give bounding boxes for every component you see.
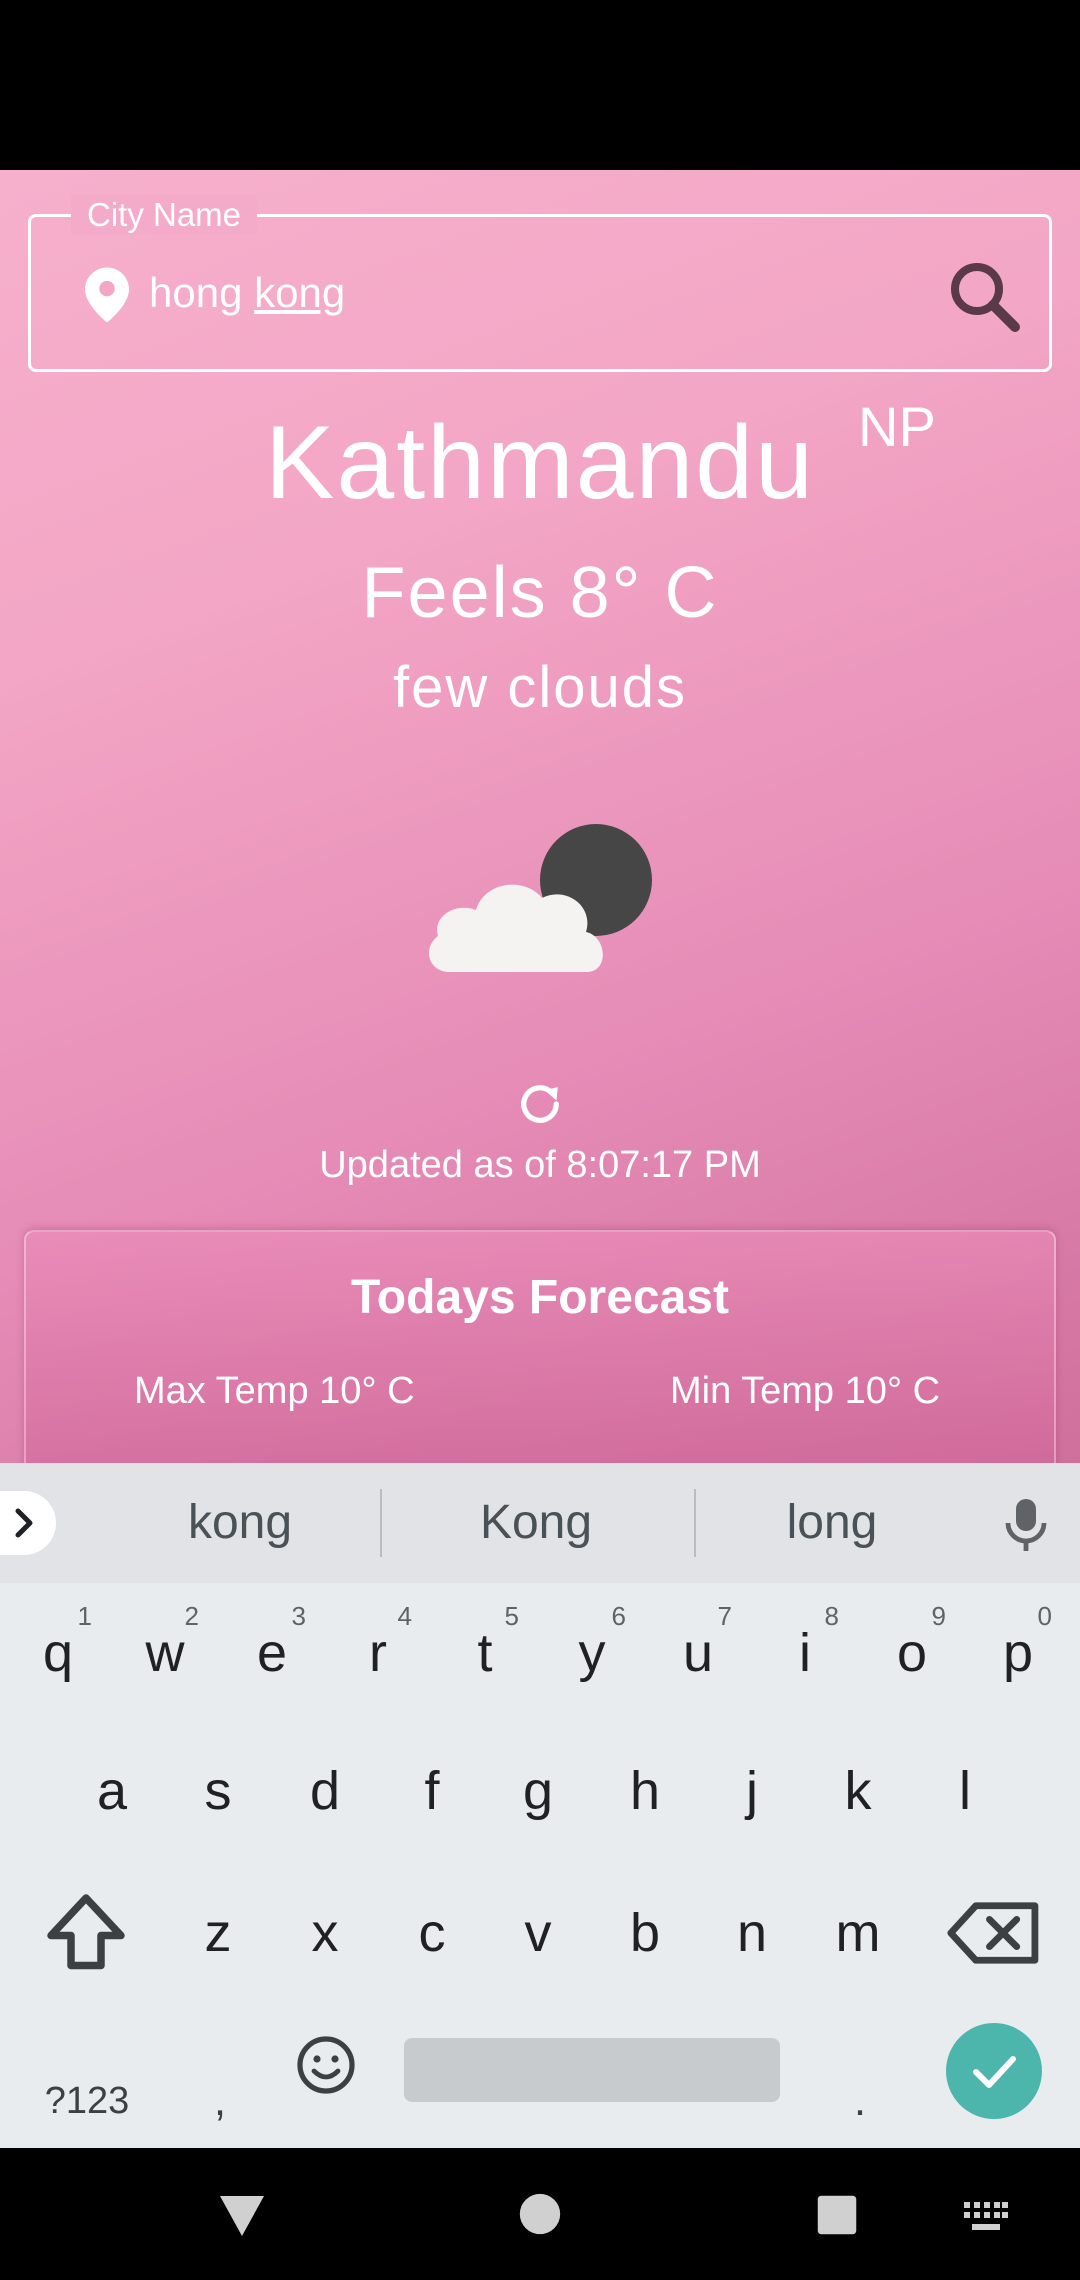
- key-c[interactable]: c: [382, 1873, 482, 1993]
- suggestion-bar: kong Kong long: [0, 1463, 1080, 1583]
- key-e[interactable]: e3: [222, 1593, 322, 1713]
- city-search-field[interactable]: City Name hong kong: [28, 195, 1052, 372]
- key-h[interactable]: h: [595, 1731, 695, 1851]
- key-f[interactable]: f: [382, 1731, 482, 1851]
- key-b[interactable]: b: [595, 1873, 695, 1993]
- key-hint: 5: [504, 1601, 519, 1631]
- status-bar: [0, 0, 1080, 170]
- key-r[interactable]: r4: [328, 1593, 428, 1713]
- key-q[interactable]: q1: [8, 1593, 108, 1713]
- comma-key[interactable]: ,: [180, 2061, 260, 2141]
- key-label: w: [145, 1623, 185, 1683]
- key-label: o: [896, 1623, 928, 1683]
- weather-screen: City Name hong kong Kathmandu NP Feels 8…: [0, 170, 1080, 1463]
- key-x[interactable]: x: [275, 1873, 375, 1993]
- key-w[interactable]: w2: [115, 1593, 215, 1713]
- refresh-icon[interactable]: [514, 1078, 566, 1130]
- suggestion-1[interactable]: kong: [90, 1463, 390, 1583]
- key-l[interactable]: l: [915, 1731, 1015, 1851]
- key-t[interactable]: t5: [435, 1593, 535, 1713]
- city-input-composing-text: kong: [254, 269, 346, 316]
- key-g[interactable]: g: [488, 1731, 588, 1851]
- key-j[interactable]: j: [702, 1731, 802, 1851]
- suggestion-3[interactable]: long: [682, 1463, 982, 1583]
- key-hint: 9: [931, 1601, 946, 1631]
- feels-like-temperature: Feels 8° C: [361, 553, 719, 633]
- period-key[interactable]: .: [820, 2061, 900, 2141]
- backspace-icon[interactable]: [944, 1883, 1044, 1983]
- navigation-bar: [0, 2148, 1080, 2280]
- weather-description: few clouds: [392, 655, 688, 720]
- key-label: p: [1002, 1623, 1034, 1683]
- key-p[interactable]: p0: [968, 1593, 1068, 1713]
- max-temp: Max Temp 10° C: [134, 1370, 415, 1412]
- back-icon[interactable]: [218, 2194, 266, 2238]
- city-field-label: City Name: [71, 195, 258, 235]
- home-icon[interactable]: [518, 2192, 562, 2236]
- country-code: NP: [858, 395, 936, 458]
- checkmark-icon: [973, 2056, 1016, 2088]
- key-hint: 0: [1037, 1601, 1052, 1631]
- key-n[interactable]: n: [702, 1873, 802, 1993]
- key-hint: 4: [397, 1601, 412, 1631]
- key-hint: 1: [77, 1601, 92, 1631]
- key-o[interactable]: o9: [862, 1593, 962, 1713]
- key-label: u: [682, 1623, 714, 1683]
- key-d[interactable]: d: [275, 1731, 375, 1851]
- shift-icon[interactable]: [36, 1883, 136, 1983]
- suggestion-divider: [380, 1489, 382, 1557]
- key-k[interactable]: k: [808, 1731, 908, 1851]
- key-label: r: [369, 1623, 387, 1683]
- suggestion-2[interactable]: Kong: [386, 1463, 686, 1583]
- key-hint: 6: [611, 1601, 626, 1631]
- key-hint: 3: [291, 1601, 306, 1631]
- key-label: i: [799, 1623, 811, 1683]
- enter-key[interactable]: [946, 2023, 1042, 2119]
- city-input-text: hong: [149, 269, 255, 316]
- key-label: y: [578, 1623, 606, 1683]
- key-i[interactable]: i8: [755, 1593, 855, 1713]
- key-label: q: [42, 1623, 74, 1683]
- key-label: e: [256, 1623, 288, 1683]
- forecast-title: Todays Forecast: [351, 1271, 729, 1324]
- emoji-icon[interactable]: [294, 2033, 358, 2097]
- recents-icon[interactable]: [816, 2194, 858, 2236]
- todays-forecast-card: Todays Forecast Max Temp 10° C Min Temp …: [24, 1230, 1056, 1463]
- key-v[interactable]: v: [488, 1873, 588, 1993]
- expand-toolbar-button[interactable]: [0, 1491, 56, 1555]
- location-pin-icon: [85, 267, 129, 323]
- key-z[interactable]: z: [168, 1873, 268, 1993]
- last-updated-text: Updated as of 8:07:17 PM: [319, 1144, 761, 1186]
- keyboard-switch-icon[interactable]: [964, 2202, 1008, 2234]
- symbols-key[interactable]: ?123: [22, 2061, 152, 2141]
- key-hint: 7: [717, 1601, 732, 1631]
- key-y[interactable]: y6: [542, 1593, 642, 1713]
- key-u[interactable]: u7: [648, 1593, 748, 1713]
- key-m[interactable]: m: [808, 1873, 908, 1993]
- key-hint: 2: [184, 1601, 199, 1631]
- key-hint: 8: [824, 1601, 839, 1631]
- space-key[interactable]: [404, 2038, 780, 2102]
- min-temp: Min Temp 10° C: [670, 1370, 941, 1412]
- city-input[interactable]: hong kong: [149, 263, 849, 323]
- key-a[interactable]: a: [62, 1731, 162, 1851]
- key-label: t: [477, 1623, 493, 1683]
- cloud-moon-icon: [428, 824, 652, 972]
- search-icon[interactable]: [945, 257, 1025, 337]
- soft-keyboard: kong Kong long q1 w2 e3 r4 t5 y6 u7 i8 o…: [0, 1463, 1080, 2148]
- microphone-icon[interactable]: [1002, 1497, 1050, 1553]
- chevron-right-icon: [15, 1508, 33, 1538]
- key-s[interactable]: s: [168, 1731, 268, 1851]
